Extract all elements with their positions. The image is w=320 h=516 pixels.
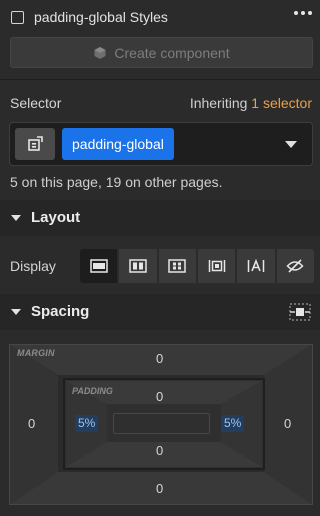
padding-left-value[interactable]: 5%	[75, 415, 99, 432]
display-block-icon	[89, 259, 108, 273]
display-grid-icon	[168, 259, 187, 273]
layout-section-label: Layout	[31, 209, 81, 226]
selector-usage-text: 5 on this page, 19 on other pages.	[10, 174, 223, 190]
padding-bottom-value[interactable]: 0	[156, 443, 163, 458]
margin-right-value[interactable]: 0	[284, 416, 291, 431]
padding-label: PADDING	[72, 386, 113, 396]
padding-right-value[interactable]: 5%	[221, 415, 245, 432]
panel-title: padding-global Styles	[34, 9, 168, 25]
margin-left-value[interactable]: 0	[28, 416, 35, 431]
collapse-triangle-icon[interactable]	[11, 215, 21, 221]
spacing-section-header[interactable]: Spacing	[0, 294, 320, 330]
display-inline-block-button[interactable]	[197, 249, 236, 283]
spacing-box-model: MARGIN PADDING 0 0 0 0 0 0 5% 5%	[9, 344, 313, 505]
inheriting-info: Inheriting 1 selector	[190, 95, 312, 111]
margin-label: MARGIN	[17, 348, 55, 358]
display-inline-icon	[247, 259, 265, 272]
display-inline-block-icon	[208, 260, 225, 272]
display-block-button[interactable]	[80, 249, 118, 283]
inheriting-count-link[interactable]: 1 selector	[251, 95, 312, 111]
margin-top-value[interactable]: 0	[156, 351, 163, 366]
layout-section-header[interactable]: Layout	[0, 200, 320, 236]
display-flex-icon	[129, 259, 147, 273]
spacing-section-label: Spacing	[31, 303, 90, 320]
display-inline-button[interactable]	[237, 249, 275, 283]
more-options-icon[interactable]	[294, 11, 312, 15]
selector-label: Selector	[10, 95, 62, 111]
style-checkbox[interactable]	[11, 11, 24, 24]
display-options	[80, 249, 314, 283]
selector-field[interactable]: padding-global	[9, 122, 313, 166]
class-tag[interactable]: padding-global	[62, 128, 174, 160]
collapse-triangle-icon[interactable]	[11, 309, 21, 315]
display-grid-button[interactable]	[158, 249, 196, 283]
padding-top-value[interactable]: 0	[156, 389, 163, 404]
panel-header: padding-global Styles	[0, 0, 320, 36]
content-box	[113, 413, 210, 434]
create-component-button[interactable]: Create component	[10, 37, 313, 68]
divider	[0, 79, 320, 80]
margin-bottom-value[interactable]: 0	[156, 481, 163, 496]
selector-state-button[interactable]	[15, 128, 55, 160]
display-flex-button[interactable]	[119, 249, 157, 283]
inheriting-prefix: Inheriting	[189, 95, 248, 111]
display-label: Display	[10, 258, 56, 274]
element-selector-icon	[28, 136, 43, 151]
spacing-mode-icon[interactable]	[289, 303, 311, 321]
display-none-button[interactable]	[276, 249, 314, 283]
component-cube-icon	[94, 46, 106, 59]
eye-slash-icon	[286, 259, 304, 273]
chevron-down-icon[interactable]	[285, 141, 297, 148]
create-component-label: Create component	[114, 44, 230, 61]
